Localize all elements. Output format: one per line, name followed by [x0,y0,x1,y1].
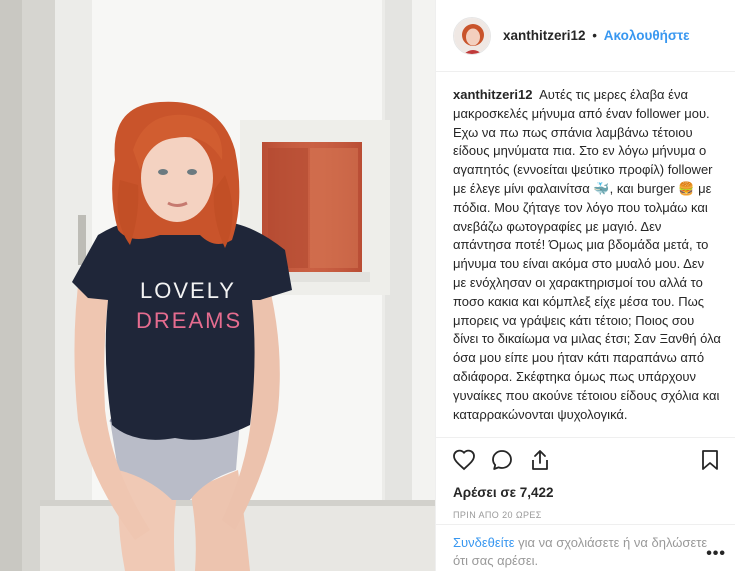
header-text: xanthitzeri12 • Ακολουθήστε [503,28,690,43]
avatar-image [454,17,490,54]
post-side-panel: xanthitzeri12 • Ακολουθήστε xanthitzeri1… [435,0,735,571]
more-options-icon[interactable]: ••• [706,545,726,563]
header-separator: • [592,28,598,43]
post-header: xanthitzeri12 • Ακολουθήστε [436,0,735,72]
post-timestamp[interactable]: ΠΡΙΝ ΑΠΟ 20 ΩΡΕΣ [436,500,735,520]
header-username[interactable]: xanthitzeri12 [503,28,586,43]
post-photo[interactable]: LOVELY DREAMS [0,0,435,571]
caption-text: Αυτές τις μερες έλαβα ένα μακροσκελές μή… [453,87,721,422]
post-caption: xanthitzeri12 Αυτές τις μερες έλαβα ένα … [436,72,735,442]
follow-button[interactable]: Ακολουθήστε [604,28,690,43]
tshirt-text-line1: LOVELY [140,278,236,303]
likes-count[interactable]: Αρέσει σε 7,422 [436,482,735,500]
login-prompt: Συνδεθείτε για να σχολιάσετε ή να δηλώσε… [436,524,735,571]
action-bar [436,438,735,482]
bookmark-icon[interactable] [698,448,722,472]
tshirt-text-line2: DREAMS [136,308,242,333]
share-icon[interactable] [528,448,552,472]
login-link[interactable]: Συνδεθείτε [453,535,515,550]
post-actions-section: Αρέσει σε 7,422 ΠΡΙΝ ΑΠΟ 20 ΩΡΕΣ [436,437,735,520]
caption-username[interactable]: xanthitzeri12 [453,87,532,102]
heart-icon[interactable] [452,448,476,472]
post-photo-illustration: LOVELY DREAMS [0,0,435,571]
comment-icon[interactable] [490,448,514,472]
avatar[interactable] [453,16,491,55]
